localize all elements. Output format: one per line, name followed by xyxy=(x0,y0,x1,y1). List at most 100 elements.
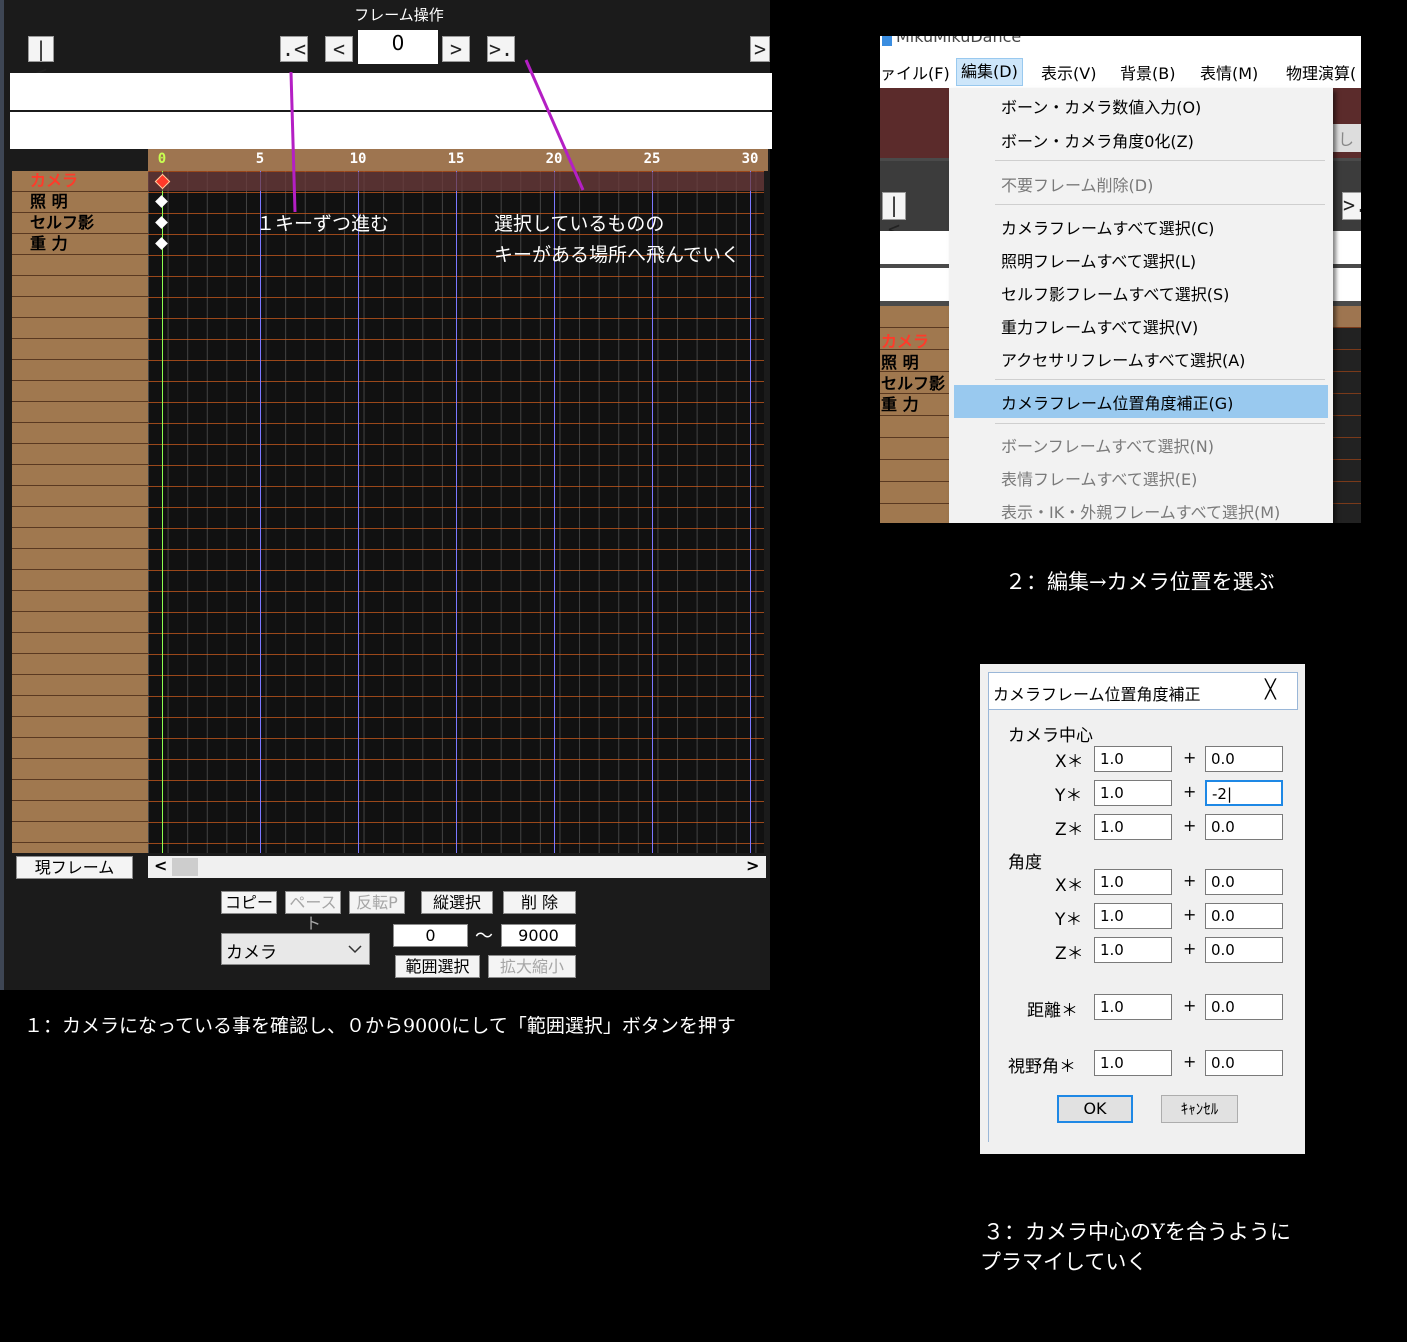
mmd-menu-screenshot: MikuMikuDance ァイル(F) 編集(D) 表示(V) 背景(B) 表… xyxy=(880,36,1361,523)
menu-item-select-expression-frames[interactable]: 表情フレームすべて選択(E) xyxy=(1001,466,1197,490)
paste-button[interactable]: ペースト xyxy=(285,891,341,933)
angle-y-multiplier[interactable]: 1.0 xyxy=(1094,903,1172,929)
section-camera-center: カメラ中心 xyxy=(1008,726,1093,746)
menu-background[interactable]: 背景(B) xyxy=(1120,60,1175,84)
distance-offset[interactable]: 0.0 xyxy=(1205,994,1283,1020)
plus-sign: + xyxy=(1183,782,1197,801)
bg-ruler-edge xyxy=(1333,306,1361,327)
vertical-select-button[interactable]: 縦選択 xyxy=(421,891,493,914)
menu-file[interactable]: ァイル(F) xyxy=(880,60,950,84)
reverse-paste-button[interactable]: 反転P xyxy=(349,891,405,914)
window-titlebar: MikuMikuDance xyxy=(880,36,1361,56)
menu-separator xyxy=(995,379,1325,380)
annotation-line-left xyxy=(289,71,297,213)
close-icon[interactable]: ╳ xyxy=(1265,679,1276,700)
step3-caption-line1: ３：カメラ中心のYを合うように xyxy=(983,1220,1291,1244)
grid-major-line xyxy=(260,171,261,853)
dialog-border xyxy=(988,710,989,1142)
ok-button[interactable]: OK xyxy=(1057,1095,1133,1123)
menu-item-reset-angle[interactable]: ボーン・カメラ角度0化(Z) xyxy=(1001,128,1194,152)
plus-sign: + xyxy=(1183,748,1197,767)
window-title: MikuMikuDance xyxy=(896,36,1022,46)
distance-multiplier[interactable]: 1.0 xyxy=(1094,994,1172,1020)
range-select-button[interactable]: 範囲選択 xyxy=(395,955,480,978)
center-z-offset[interactable]: 0.0 xyxy=(1205,814,1283,840)
target-dropdown[interactable]: カメラ xyxy=(221,933,370,965)
copy-button[interactable]: コピー xyxy=(221,891,277,914)
plus-sign: + xyxy=(1183,939,1197,958)
annotation-jump-line1: 選択しているものの xyxy=(494,213,665,235)
angle-x-offset[interactable]: 0.0 xyxy=(1205,869,1283,895)
section-angle: 角度 xyxy=(1008,853,1042,873)
dialog-titlebar: カメラフレーム位置角度補正 ╳ xyxy=(988,672,1298,710)
target-dropdown-value: カメラ xyxy=(226,943,277,963)
menu-item-camera-position-correction[interactable]: カメラフレーム位置角度補正(G) xyxy=(1001,390,1233,414)
step3-caption-line2: プラマイしていく xyxy=(980,1250,1148,1274)
step1-caption: １：カメラになっている事を確認し、０から9000にして「範囲選択」ボタンを押す xyxy=(24,1015,736,1037)
bg-next-key-button: >. xyxy=(1342,192,1361,220)
angle-y-label: Y＊ xyxy=(1055,910,1083,930)
current-frame-line xyxy=(162,171,163,853)
center-z-multiplier[interactable]: 1.0 xyxy=(1094,814,1172,840)
plus-sign: + xyxy=(1183,871,1197,890)
menu-item-delete-unneeded[interactable]: 不要フレーム削除(D) xyxy=(1001,172,1153,196)
menu-separator xyxy=(995,423,1325,424)
fov-offset[interactable]: 0.0 xyxy=(1205,1050,1283,1076)
center-y-offset[interactable]: -2| xyxy=(1205,780,1283,806)
menubar: ァイル(F) 編集(D) 表示(V) 背景(B) 表情(M) 物理演算( xyxy=(880,56,1361,88)
timeline-scrollbar[interactable]: < > xyxy=(148,856,766,878)
menu-edit[interactable]: 編集(D) xyxy=(956,58,1023,86)
bg-field-text: し xyxy=(1338,130,1355,149)
delete-button[interactable]: 削 除 xyxy=(503,891,576,914)
step2-caption: ２：編集→カメラ位置を選ぶ xyxy=(1005,570,1275,594)
grid-major-line xyxy=(456,171,457,853)
grid-major-line xyxy=(554,171,555,853)
bg-grid-edge xyxy=(1333,306,1361,523)
angle-z-multiplier[interactable]: 1.0 xyxy=(1094,937,1172,963)
plus-sign: + xyxy=(1183,905,1197,924)
menu-item-select-camera-frames[interactable]: カメラフレームすべて選択(C) xyxy=(1001,215,1214,239)
menu-physics[interactable]: 物理演算( xyxy=(1286,60,1356,84)
menu-separator xyxy=(995,204,1325,205)
angle-z-offset[interactable]: 0.0 xyxy=(1205,937,1283,963)
center-x-multiplier[interactable]: 1.0 xyxy=(1094,746,1172,772)
center-x-offset[interactable]: 0.0 xyxy=(1205,746,1283,772)
app-icon xyxy=(882,36,892,46)
bg-track-gravity: 重 力 xyxy=(881,395,919,414)
menu-item-select-light-frames[interactable]: 照明フレームすべて選択(L) xyxy=(1001,248,1196,272)
menu-view[interactable]: 表示(V) xyxy=(1041,60,1096,84)
timeline-grid[interactable] xyxy=(148,171,764,853)
scroll-left-arrow[interactable]: < xyxy=(154,856,167,875)
scroll-thumb[interactable] xyxy=(172,858,198,876)
grid-major-line xyxy=(750,171,751,853)
current-frame-button[interactable]: 現フレーム xyxy=(16,856,133,879)
menu-item-select-display-frames[interactable]: 表示・IK・外親フレームすべて選択(M) xyxy=(1001,499,1280,523)
fov-multiplier[interactable]: 1.0 xyxy=(1094,1050,1172,1076)
menu-item-select-accessory-frames[interactable]: アクセサリフレームすべて選択(A) xyxy=(1001,347,1245,371)
cancel-button[interactable]: ｷｬﾝｾﾙ xyxy=(1161,1095,1238,1123)
zoom-button[interactable]: 拡大縮小 xyxy=(488,955,576,978)
center-z-label: Z＊ xyxy=(1055,820,1084,840)
menu-item-select-gravity-frames[interactable]: 重力フレームすべて選択(V) xyxy=(1001,314,1198,338)
angle-x-multiplier[interactable]: 1.0 xyxy=(1094,869,1172,895)
menu-item-select-bone-frames[interactable]: ボーンフレームすべて選択(N) xyxy=(1001,433,1214,457)
angle-z-label: Z＊ xyxy=(1055,944,1084,964)
center-y-label: Y＊ xyxy=(1055,786,1083,806)
menu-item-select-shadow-frames[interactable]: セルフ影フレームすべて選択(S) xyxy=(1001,281,1229,305)
center-y-multiplier[interactable]: 1.0 xyxy=(1094,780,1172,806)
camera-correction-dialog: カメラフレーム位置角度補正 ╳ カメラ中心 X＊ 1.0 + 0.0 Y＊ 1.… xyxy=(980,664,1305,1154)
scroll-right-arrow[interactable]: > xyxy=(746,856,759,875)
annotation-line-right xyxy=(524,59,585,191)
menu-expression[interactable]: 表情(M) xyxy=(1200,60,1258,84)
angle-y-offset[interactable]: 0.0 xyxy=(1205,903,1283,929)
edit-dropdown-menu: ボーン・カメラ数値入力(O) ボーン・カメラ角度0化(Z) 不要フレーム削除(D… xyxy=(949,88,1333,523)
annotation-arrows xyxy=(289,59,585,213)
annotation-step-key: １キーずつ進む xyxy=(256,213,390,235)
chevron-down-icon xyxy=(348,945,362,954)
range-end-input[interactable]: 9000 xyxy=(501,924,576,947)
range-start-input[interactable]: 0 xyxy=(393,924,468,947)
plus-sign: + xyxy=(1183,1052,1197,1071)
range-tilde: ～ xyxy=(475,926,493,947)
plus-sign: + xyxy=(1183,816,1197,835)
menu-item-numeric-input[interactable]: ボーン・カメラ数値入力(O) xyxy=(1001,94,1201,118)
